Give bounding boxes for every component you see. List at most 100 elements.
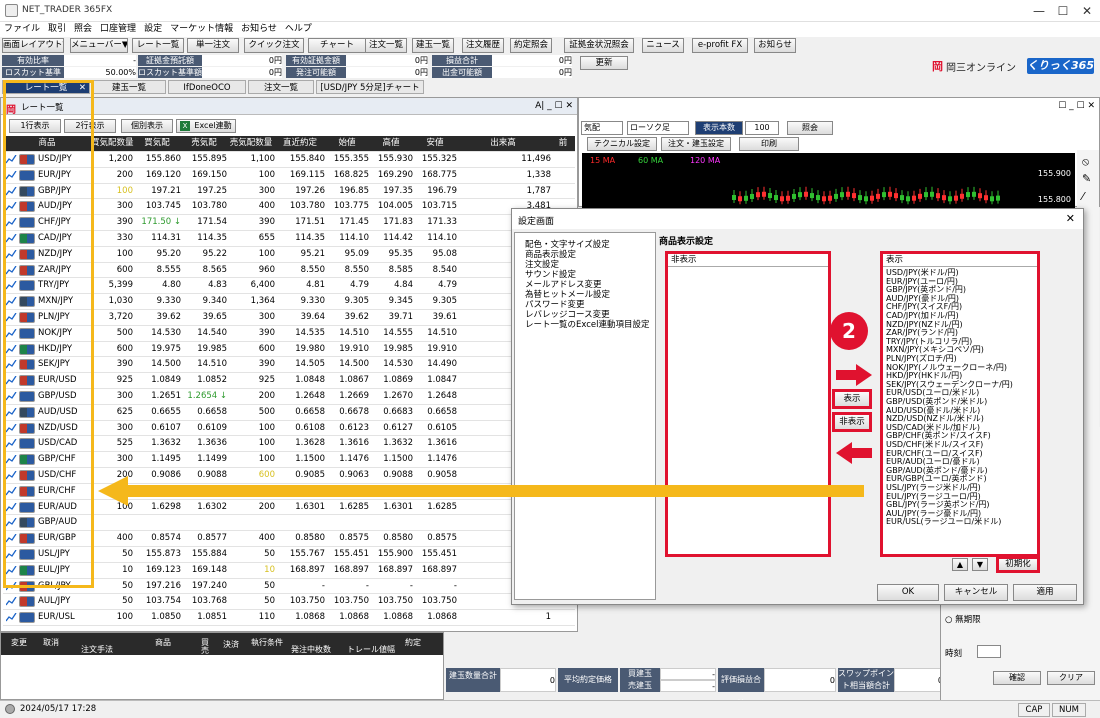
- chart-trend-icon[interactable]: [5, 233, 17, 243]
- table-row[interactable]: CHF/JPY 390 171.50 ↓ 171.54 390 171.51 171.45 1…: [3, 215, 575, 231]
- menubar-button[interactable]: メニューバー▼: [70, 38, 128, 53]
- move-up-button[interactable]: ▲: [952, 558, 968, 571]
- menu-settings[interactable]: 設定: [140, 22, 166, 37]
- confirm-button[interactable]: 確認: [993, 671, 1041, 685]
- rate-cell[interactable]: 0.8574: [133, 531, 181, 546]
- table-row[interactable]: USD/JPY 1,200 155.860 155.895 1,100 155.840 15…: [3, 152, 575, 168]
- chart-trend-icon[interactable]: [5, 407, 17, 417]
- tab-chart[interactable]: [USD/JPY 5分足]チャート: [316, 80, 424, 94]
- rate-cell[interactable]: 39.65: [181, 310, 227, 325]
- rate-cell[interactable]: 14.510: [181, 357, 227, 372]
- rate-cell[interactable]: 0.6107: [133, 421, 181, 436]
- rate-cell[interactable]: 1.0849: [133, 373, 181, 388]
- notice-button[interactable]: お知らせ: [754, 38, 796, 53]
- menu-market[interactable]: マーケット情報: [166, 22, 237, 37]
- no-entry-tool-icon[interactable]: ⦸: [1082, 155, 1089, 169]
- layout-button[interactable]: 画面レイアウト▼: [2, 38, 64, 53]
- print-button[interactable]: 印刷: [739, 137, 799, 151]
- rate-cell[interactable]: 19.975: [133, 342, 181, 357]
- chart-trend-icon[interactable]: [5, 296, 17, 306]
- rate-list-button[interactable]: レート一覧: [132, 38, 184, 53]
- quick-order-button[interactable]: クイック注文: [244, 38, 304, 53]
- rate-cell[interactable]: 95.20: [133, 247, 181, 262]
- table-row[interactable]: TRY/JPY 5,399 4.80 4.83 6,400 4.81 4.79 4.84 4.7…: [3, 278, 575, 295]
- table-row[interactable]: USD/CAD 525 1.3632 1.3636 100 1.3628 1.3616 1.3…: [3, 436, 575, 453]
- single-order-button[interactable]: 単一注文: [187, 38, 239, 53]
- rate-cell[interactable]: 197.25: [181, 184, 227, 199]
- rate-cell[interactable]: 169.120: [133, 168, 181, 183]
- table-row[interactable]: NOK/JPY 500 14.530 14.540 390 14.535 14.510 14.…: [3, 326, 575, 342]
- chart-trend-icon[interactable]: [5, 549, 17, 559]
- column-header[interactable]: 買気配: [133, 136, 181, 151]
- column-header[interactable]: 前: [551, 136, 575, 151]
- chart-trend-icon[interactable]: [5, 249, 17, 259]
- column-header[interactable]: 売気配数量: [227, 136, 275, 151]
- chart-trend-icon[interactable]: [5, 391, 17, 401]
- close-icon[interactable]: ✕: [1066, 212, 1075, 225]
- one-line-button[interactable]: 1行表示: [9, 119, 61, 133]
- move-down-button[interactable]: ▼: [972, 558, 988, 571]
- shown-list[interactable]: 表示 USD/JPY(米ドル/円) EUR/JPY(ユーロ/円) GBP/JPY(英…: [882, 253, 1038, 555]
- column-header[interactable]: 高値: [369, 136, 413, 151]
- rate-cell[interactable]: 14.530: [133, 326, 181, 341]
- rate-cell[interactable]: 171.50 ↓: [133, 215, 181, 230]
- table-row[interactable]: EUL/JPY 10 169.123 169.148 10 168.897 168.897 1…: [3, 563, 575, 579]
- show-button[interactable]: 表示: [834, 391, 870, 407]
- rate-cell[interactable]: 103.754: [133, 594, 181, 609]
- close-icon[interactable]: ✕: [79, 81, 86, 93]
- rate-cell[interactable]: 197.240: [181, 579, 227, 594]
- rate-cell[interactable]: 1.2654 ↓: [181, 389, 227, 404]
- table-row[interactable]: PLN/JPY 3,720 39.62 39.65 300 39.64 39.62 39.71…: [3, 310, 575, 326]
- chart-trend-icon[interactable]: [5, 612, 17, 622]
- table-row[interactable]: CAD/JPY 330 114.31 114.35 655 114.35 114.10 114…: [3, 231, 575, 247]
- no-expiry-option[interactable]: ○ 無期限: [945, 613, 981, 625]
- rate-cell[interactable]: 0.6109: [181, 421, 227, 436]
- panel-window-controls[interactable]: A| _ ☐ ✕: [535, 101, 573, 111]
- clear-button[interactable]: クリア: [1047, 671, 1095, 685]
- margin-status-button[interactable]: 証拠金状況照会: [564, 38, 634, 53]
- rate-cell[interactable]: [181, 515, 227, 530]
- rate-cell[interactable]: 114.35: [181, 231, 227, 246]
- eprofit-button[interactable]: e-profit FX: [692, 38, 748, 53]
- rate-cell[interactable]: 1.3632: [133, 436, 181, 451]
- rate-cell[interactable]: 114.31: [133, 231, 181, 246]
- menu-inquiry[interactable]: 照会: [70, 22, 96, 37]
- chart-trend-icon[interactable]: [5, 439, 17, 448]
- rate-cell[interactable]: 169.123: [133, 563, 181, 578]
- chart-trend-icon[interactable]: [5, 312, 17, 322]
- chart-canvas[interactable]: 15 MA 60 MA 120 MA 155.900 155.800: [582, 153, 1075, 213]
- table-row[interactable]: EUR/USD 925 1.0849 1.0852 925 1.0848 1.0867 1.0…: [3, 373, 575, 389]
- menu-account[interactable]: 口座管理: [96, 22, 140, 37]
- column-header[interactable]: 買気配数量: [91, 136, 134, 151]
- rate-cell[interactable]: 155.895: [181, 152, 227, 167]
- rate-cell[interactable]: [133, 515, 181, 530]
- chart-trend-icon[interactable]: [5, 518, 17, 527]
- time-input[interactable]: [977, 645, 1001, 658]
- rate-cell[interactable]: 171.54: [181, 215, 227, 230]
- line-tool-icon[interactable]: ⁄: [1082, 190, 1084, 203]
- chart-button[interactable]: チャート: [308, 38, 366, 53]
- column-header[interactable]: 直近約定: [275, 136, 325, 151]
- chart-trend-icon[interactable]: [5, 565, 17, 575]
- chart-trend-icon[interactable]: [5, 265, 17, 275]
- list-item[interactable]: EUR/USL(ラージユーロ/米ドル): [886, 518, 1001, 527]
- table-row[interactable]: GBP/CHF 300 1.1495 1.1499 100 1.1500 1.1476 1.1…: [3, 452, 575, 468]
- quote-select[interactable]: 気配: [581, 121, 623, 135]
- table-row[interactable]: GBP/JPY 100 197.21 197.25 300 197.26 196.85 197…: [3, 184, 575, 200]
- table-row[interactable]: EUR/USL 100 1.0850 1.0851 110 1.0868 1.0868 1.0…: [3, 610, 575, 626]
- menu-help[interactable]: ヘルプ: [281, 22, 316, 37]
- tab-ifdoneoco[interactable]: IfDoneOCO: [168, 80, 246, 94]
- rate-cell[interactable]: 155.884: [181, 547, 227, 562]
- rate-cell[interactable]: 1.2651: [133, 389, 181, 404]
- rate-cell[interactable]: 1.1499: [181, 452, 227, 467]
- rate-cell[interactable]: 8.555: [133, 263, 181, 278]
- rate-cell[interactable]: 0.8577: [181, 531, 227, 546]
- hide-button[interactable]: 非表示: [834, 414, 870, 430]
- table-row[interactable]: NZD/JPY 100 95.20 95.22 100 95.21 95.09 95.35 95…: [3, 247, 575, 263]
- column-header[interactable]: 売気配: [181, 136, 227, 151]
- table-row[interactable]: EUR/GBP 400 0.8574 0.8577 400 0.8580 0.8575 0.8…: [3, 531, 575, 547]
- rate-cell[interactable]: 9.330: [133, 294, 181, 309]
- column-header[interactable]: 商品: [3, 136, 91, 151]
- menu-trade[interactable]: 取引: [44, 22, 70, 37]
- order-position-settings-button[interactable]: 注文・建玉設定: [661, 137, 731, 151]
